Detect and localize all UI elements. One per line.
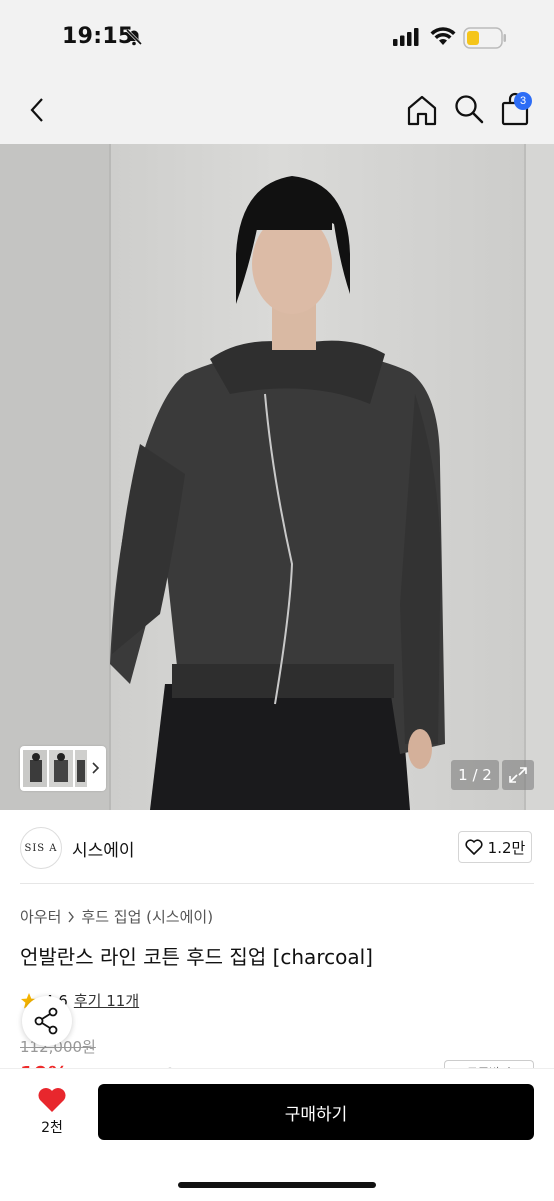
buy-button[interactable]: 구매하기 (98, 1084, 534, 1140)
wifi-icon (430, 26, 456, 50)
home-indicator (178, 1182, 376, 1188)
brand-like-count: 1.2만 (487, 838, 526, 857)
home-button[interactable] (404, 92, 440, 128)
share-button[interactable] (22, 996, 72, 1046)
wishlist-count: 2천 (41, 1120, 63, 1136)
thumbnail-images (23, 750, 100, 787)
cart-count-badge: 3 (514, 92, 532, 110)
image-counter: 1 / 2 (451, 760, 499, 790)
fullscreen-button[interactable] (502, 760, 534, 790)
back-button[interactable] (22, 94, 52, 126)
review-count-link[interactable]: 후기 11개 (74, 990, 139, 1011)
chevron-right-icon (92, 762, 100, 774)
image-thumbnail-strip[interactable] (20, 746, 106, 791)
chevron-left-icon (30, 98, 43, 122)
breadcrumb-category[interactable]: 아우터 (20, 906, 61, 927)
divider (20, 883, 534, 884)
breadcrumb: 아우터 후드 집업 (시스에이) (20, 906, 213, 927)
cellular-signal-icon (393, 28, 419, 50)
brand-logo[interactable]: SIS A (20, 827, 62, 869)
brand-like-button[interactable]: 1.2만 (458, 831, 532, 863)
product-title: 언발란스 라인 코튼 후드 집업 [charcoal] (20, 945, 373, 969)
heart-outline-icon (465, 839, 483, 855)
share-icon (34, 1007, 58, 1035)
battery-icon (463, 27, 507, 53)
search-button[interactable] (452, 92, 486, 126)
model-hoodie-image (0, 144, 554, 810)
heart-filled-icon (38, 1088, 66, 1112)
status-time: 19:15 (62, 24, 134, 49)
search-icon (455, 95, 484, 124)
chevron-right-icon (68, 911, 75, 922)
brand-name[interactable]: 시스에이 (72, 836, 135, 861)
silent-bell-icon (124, 27, 144, 51)
home-icon (407, 95, 437, 126)
wishlist-button[interactable] (36, 1086, 68, 1114)
expand-icon (509, 767, 527, 783)
breadcrumb-subcategory[interactable]: 후드 집업 (시스에이) (81, 906, 213, 927)
product-photo[interactable] (0, 144, 554, 810)
